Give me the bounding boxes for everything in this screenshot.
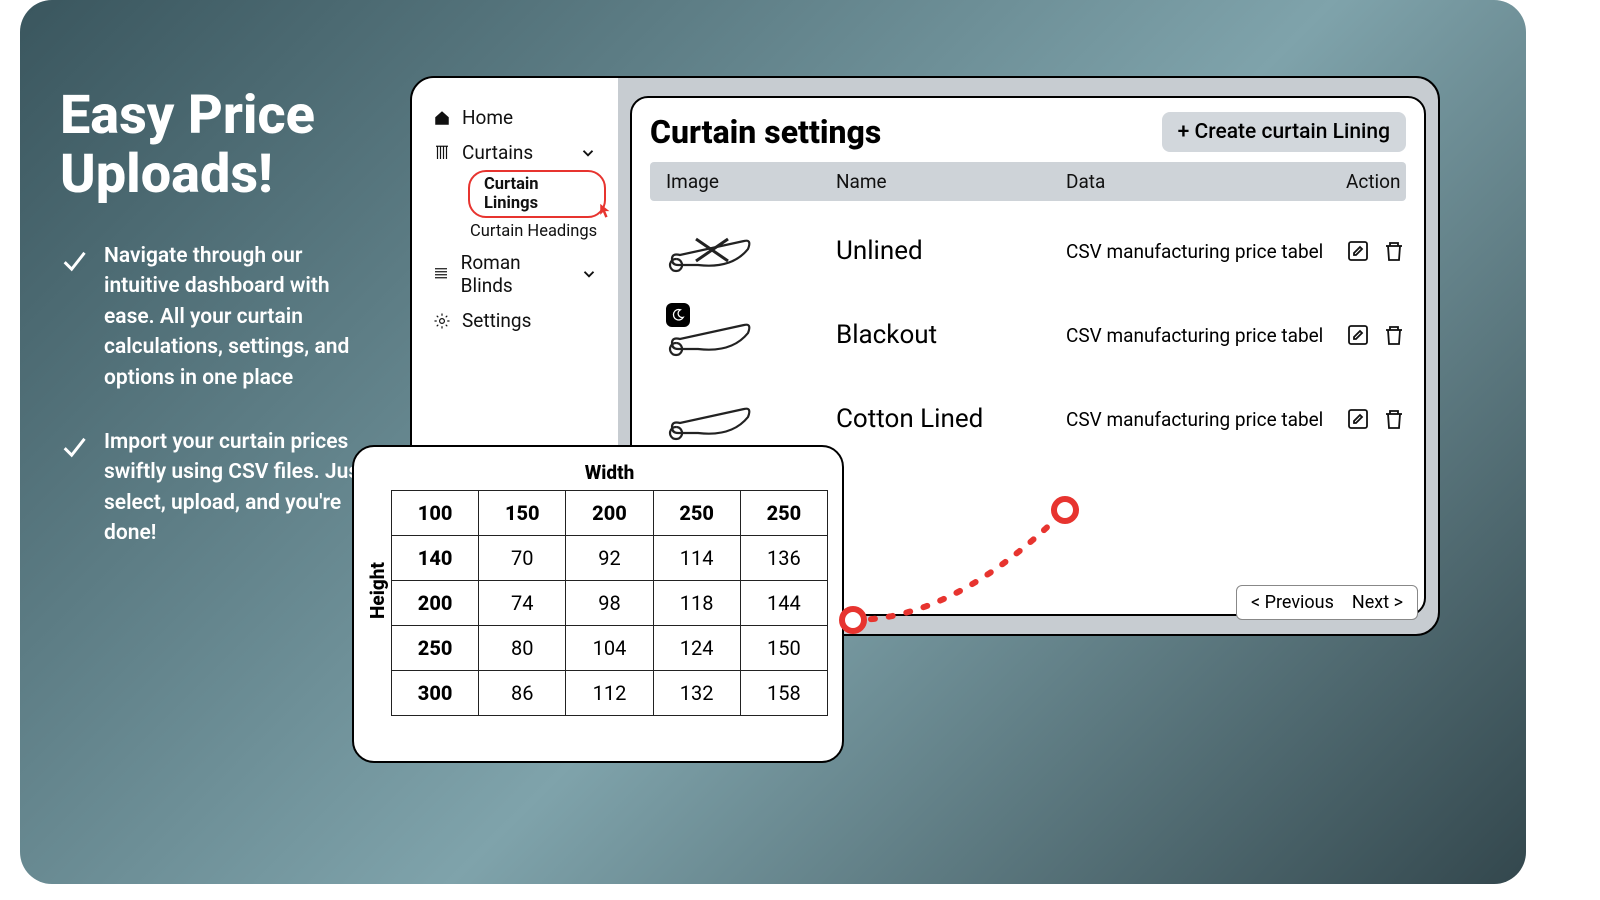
price-cell: 118 xyxy=(653,581,740,626)
sidebar-item-home[interactable]: Home xyxy=(424,100,606,135)
chevron-down-icon xyxy=(579,264,598,284)
sidebar-item-curtains[interactable]: Curtains xyxy=(424,135,606,170)
sidebar-subitem-label: Curtain Linings xyxy=(484,175,539,213)
price-cell: 250 xyxy=(392,626,479,671)
main-header: Curtain settings + Create curtain Lining xyxy=(650,112,1406,152)
price-cell: 74 xyxy=(479,581,566,626)
price-cell: 124 xyxy=(653,626,740,671)
gear-icon xyxy=(432,311,452,331)
price-cell: 200 xyxy=(566,491,653,536)
page-title: Curtain settings xyxy=(650,113,881,151)
sidebar-subitem-curtain-headings[interactable]: Curtain Headings xyxy=(468,218,606,245)
pointer-cursor-icon xyxy=(592,202,614,224)
width-axis-label: Width xyxy=(391,461,828,490)
create-curtain-lining-button[interactable]: + Create curtain Lining xyxy=(1162,112,1406,152)
price-cell: 98 xyxy=(566,581,653,626)
promo-text: Import your curtain prices swiftly using… xyxy=(104,427,380,549)
pager-prev-button[interactable]: < Previous xyxy=(1251,592,1334,613)
promo-title: Easy Price Uploads! xyxy=(60,86,380,205)
row-image-unlined xyxy=(666,225,756,277)
table-row: Blackout CSV manufacturing price tabel xyxy=(650,293,1406,377)
promo-bullet: Navigate through our intuitive dashboard… xyxy=(60,241,380,393)
blinds-icon xyxy=(432,264,451,284)
row-image-blackout xyxy=(666,309,756,361)
curtains-icon xyxy=(432,143,452,163)
marketing-panel: Easy Price Uploads! Navigate through our… xyxy=(20,0,1526,884)
row-name: Unlined xyxy=(836,236,1066,266)
col-action: Action xyxy=(1346,170,1401,193)
home-icon xyxy=(432,108,452,128)
row-actions xyxy=(1346,239,1406,263)
row-name: Cotton Lined xyxy=(836,404,1066,434)
curtains-subitems: Curtain Linings Curtain Headings xyxy=(424,170,606,245)
price-table: 1001502002502501407092114136200749811814… xyxy=(391,490,828,716)
edit-icon[interactable] xyxy=(1346,239,1370,263)
sidebar-subitem-label: Curtain Headings xyxy=(470,222,597,241)
table-row: Unlined CSV manufacturing price tabel xyxy=(650,209,1406,293)
price-cell: 136 xyxy=(740,536,827,581)
promo-bullet: Import your curtain prices swiftly using… xyxy=(60,427,380,549)
chevron-down-icon xyxy=(578,143,598,163)
trash-icon[interactable] xyxy=(1382,239,1406,263)
price-cell: 132 xyxy=(653,671,740,716)
check-icon xyxy=(60,433,88,461)
price-cell: 150 xyxy=(740,626,827,671)
sidebar-item-label: Curtains xyxy=(462,141,533,164)
trash-icon[interactable] xyxy=(1382,407,1406,431)
promo-text: Navigate through our intuitive dashboard… xyxy=(104,241,380,393)
col-name: Name xyxy=(836,170,1066,193)
col-image: Image xyxy=(666,170,836,193)
price-cell: 80 xyxy=(479,626,566,671)
row-image-cotton xyxy=(666,393,756,445)
price-cell: 158 xyxy=(740,671,827,716)
price-cell: 92 xyxy=(566,536,653,581)
price-cell: 104 xyxy=(566,626,653,671)
table-header: Image Name Data Action xyxy=(650,162,1406,201)
sidebar-item-label: Settings xyxy=(462,309,531,332)
moon-icon xyxy=(666,303,690,327)
row-actions xyxy=(1346,323,1406,347)
price-cell: 150 xyxy=(479,491,566,536)
row-data: CSV manufacturing price tabel xyxy=(1066,324,1346,347)
price-cell: 200 xyxy=(392,581,479,626)
price-cell: 140 xyxy=(392,536,479,581)
pager: < Previous Next > xyxy=(1236,585,1418,620)
price-table-card: Height Width 100150200250250140709211413… xyxy=(352,445,844,763)
edit-icon[interactable] xyxy=(1346,323,1370,347)
price-cell: 114 xyxy=(653,536,740,581)
check-icon xyxy=(60,247,88,275)
col-data: Data xyxy=(1066,170,1346,193)
sidebar-item-label: Roman Blinds xyxy=(461,251,570,297)
sidebar-item-label: Home xyxy=(462,106,513,129)
price-cell: 112 xyxy=(566,671,653,716)
price-cell: 250 xyxy=(653,491,740,536)
promo-column: Easy Price Uploads! Navigate through our… xyxy=(60,86,380,583)
trash-icon[interactable] xyxy=(1382,323,1406,347)
price-cell: 100 xyxy=(392,491,479,536)
price-cell: 70 xyxy=(479,536,566,581)
pager-next-button[interactable]: Next > xyxy=(1352,592,1403,613)
row-actions xyxy=(1346,407,1406,431)
sidebar-item-settings[interactable]: Settings xyxy=(424,303,606,338)
edit-icon[interactable] xyxy=(1346,407,1370,431)
row-name: Blackout xyxy=(836,320,1066,350)
row-data: CSV manufacturing price tabel xyxy=(1066,408,1346,431)
price-cell: 144 xyxy=(740,581,827,626)
height-axis-label: Height xyxy=(364,461,391,751)
sidebar-subitem-curtain-linings[interactable]: Curtain Linings xyxy=(468,170,606,218)
price-cell: 250 xyxy=(740,491,827,536)
price-cell: 86 xyxy=(479,671,566,716)
price-cell: 300 xyxy=(392,671,479,716)
row-data: CSV manufacturing price tabel xyxy=(1066,240,1346,263)
sidebar-item-roman-blinds[interactable]: Roman Blinds xyxy=(424,245,606,303)
